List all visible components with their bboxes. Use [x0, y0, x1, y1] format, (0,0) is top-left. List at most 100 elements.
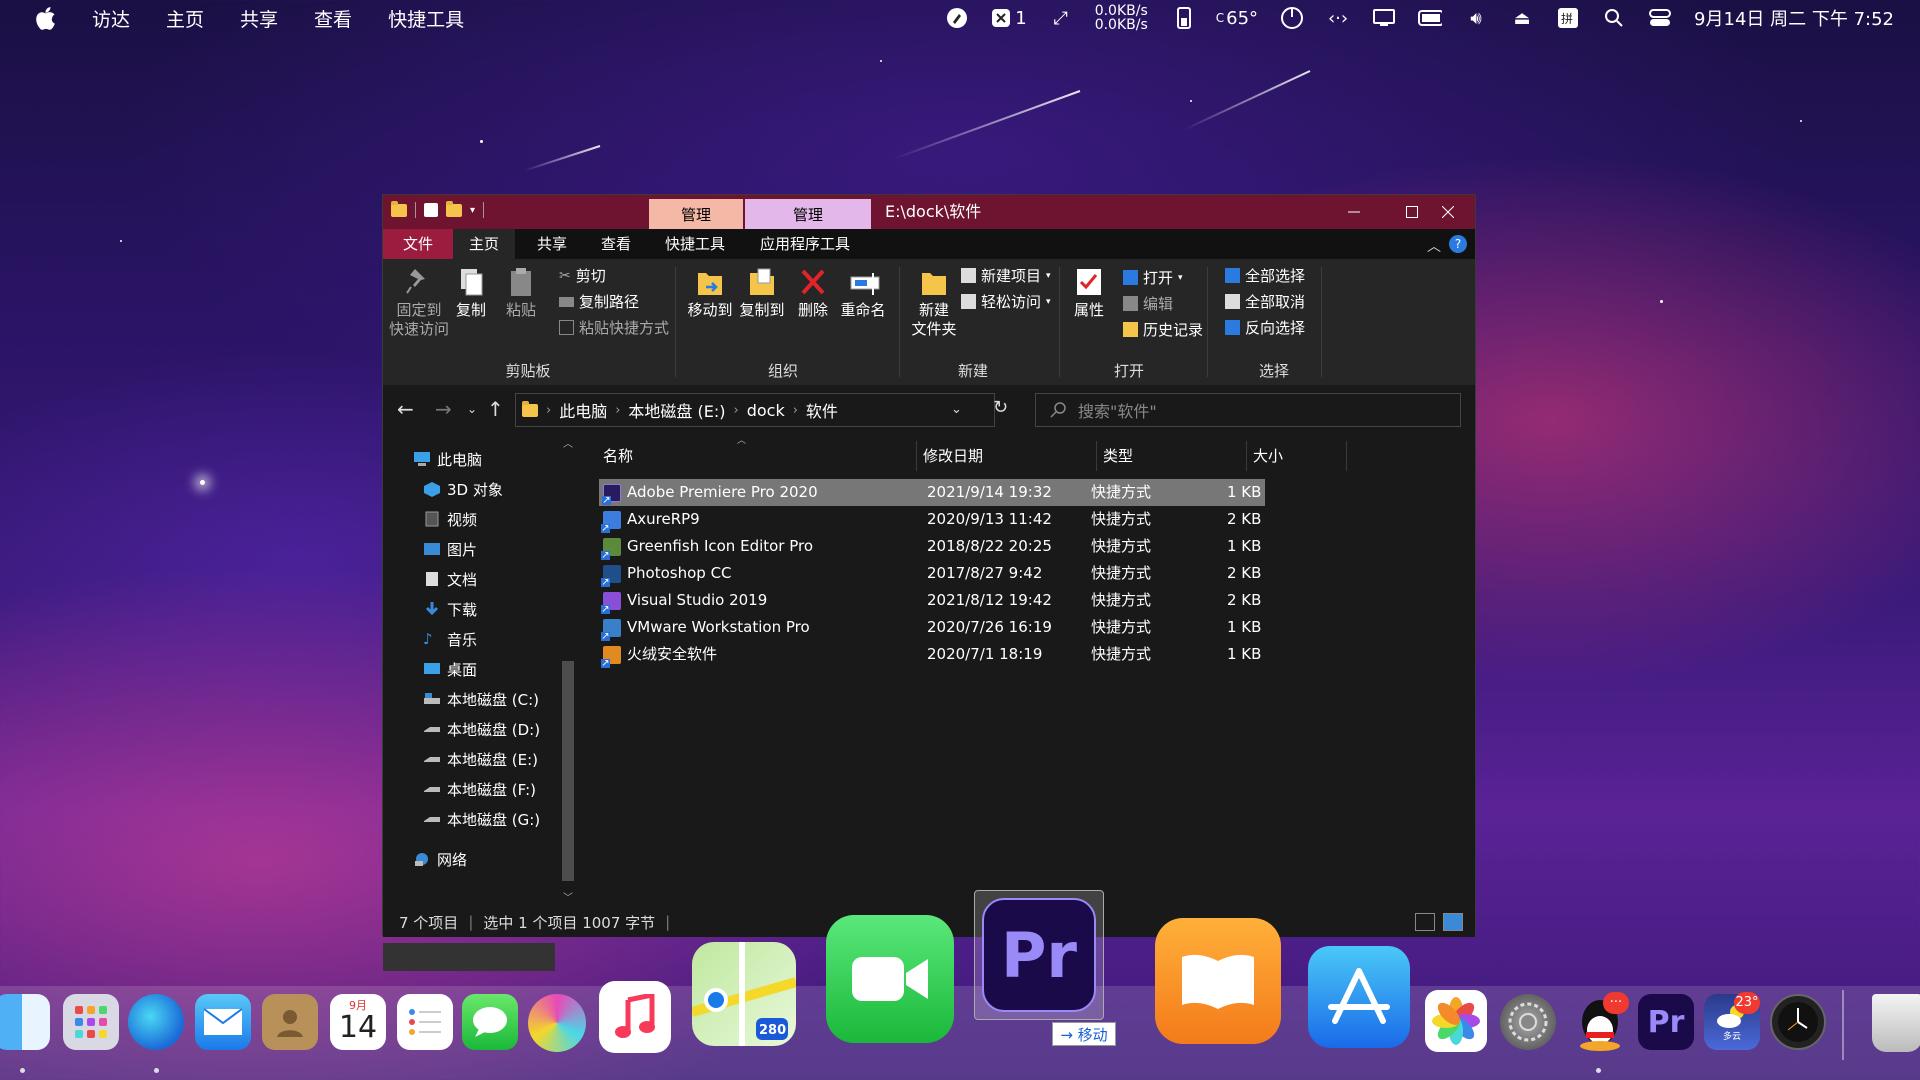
notification-tray[interactable]: 1: [991, 8, 1027, 29]
pin-quick-access-button[interactable]: 固定到 快速访问: [389, 267, 449, 339]
facetime-icon[interactable]: [826, 915, 954, 1043]
table-row[interactable]: Adobe Premiere Pro 2020 2021/9/14 19:32 …: [599, 479, 1265, 506]
nav-music[interactable]: ♪ 音乐: [423, 625, 477, 653]
menu-view[interactable]: 查看: [314, 5, 352, 32]
nav-documents[interactable]: 文档: [423, 565, 477, 593]
up-arrow-icon[interactable]: ↑: [487, 397, 504, 421]
select-all-button[interactable]: 全部选择: [1225, 265, 1305, 286]
back-arrow-icon[interactable]: ←: [397, 397, 414, 421]
reminders-icon[interactable]: [397, 994, 453, 1050]
easy-access-button[interactable]: 轻松访问 ▾: [961, 291, 1051, 312]
nav-downloads[interactable]: 下载: [423, 595, 477, 623]
properties-qa-icon[interactable]: [424, 203, 438, 217]
breadcrumb-this-pc[interactable]: 此电脑: [559, 398, 607, 422]
table-row[interactable]: VMware Workstation Pro 2020/7/26 16:19 快…: [599, 614, 1265, 641]
collapse-ribbon-icon[interactable]: ︿: [1427, 236, 1441, 256]
recent-locations-icon[interactable]: ⌄: [467, 402, 477, 416]
move-to-button[interactable]: 移动到: [685, 267, 735, 320]
breadcrumb-software[interactable]: 软件: [806, 398, 838, 422]
menu-home[interactable]: 主页: [166, 5, 204, 32]
system-preferences-icon[interactable]: [1500, 994, 1556, 1050]
sync-icon[interactable]: ⤢: [1049, 7, 1073, 29]
premiere-drag-icon[interactable]: Pr: [974, 890, 1104, 1020]
app-store-icon[interactable]: [1308, 946, 1410, 1048]
search-icon[interactable]: [1602, 7, 1626, 29]
table-row[interactable]: AxureRP9 2020/9/13 11:42 快捷方式 2 KB: [599, 506, 1265, 533]
invert-selection-button[interactable]: 反向选择: [1225, 317, 1305, 338]
history-button[interactable]: 历史记录: [1123, 319, 1203, 340]
nav-drive-d[interactable]: 本地磁盘 (D:): [423, 715, 540, 743]
title-bar[interactable]: ▾ 管理 管理 E:\dock\软件: [383, 195, 1475, 229]
photos-icon[interactable]: [1425, 990, 1487, 1052]
calendar-icon[interactable]: 9月 14: [330, 994, 386, 1050]
table-row[interactable]: 火绒安全软件 2020/7/1 18:19 快捷方式 1 KB: [599, 641, 1265, 668]
copy-to-button[interactable]: 复制到: [737, 267, 787, 320]
address-bar[interactable]: › 此电脑 › 本地磁盘 (E:) › dock › 软件: [515, 393, 995, 427]
tab-home[interactable]: 主页: [453, 229, 515, 259]
cut-button[interactable]: ✂ 剪切: [559, 265, 606, 286]
clock-datetime[interactable]: 9月14日 周二 下午 7:52: [1694, 5, 1894, 31]
mail-icon[interactable]: [195, 994, 251, 1050]
column-modified[interactable]: 修改日期: [917, 441, 1097, 471]
nav-scrollbar[interactable]: ︿ ﹀: [559, 439, 577, 905]
scroll-thumb[interactable]: [562, 661, 574, 881]
tab-quick-tools[interactable]: 快捷工具: [651, 229, 739, 259]
code-icon[interactable]: ‹·›: [1326, 7, 1350, 29]
control-center-icon[interactable]: [1648, 7, 1672, 29]
battery-icon[interactable]: [1418, 7, 1443, 29]
minimize-button[interactable]: [1325, 195, 1383, 229]
refresh-icon[interactable]: ↻: [993, 397, 1008, 418]
nav-drive-c[interactable]: 本地磁盘 (C:): [423, 685, 539, 713]
help-icon[interactable]: ?: [1449, 235, 1467, 253]
paste-button[interactable]: 粘贴: [501, 267, 541, 320]
rename-button[interactable]: 重命名: [837, 267, 889, 320]
large-icons-view-icon[interactable]: [1443, 913, 1463, 931]
column-type[interactable]: 类型: [1097, 441, 1247, 471]
apple-logo-icon[interactable]: [34, 6, 56, 30]
launchpad-icon[interactable]: [63, 994, 119, 1050]
nav-desktop[interactable]: 桌面: [423, 655, 477, 683]
forward-arrow-icon[interactable]: →: [435, 397, 452, 421]
maps-icon[interactable]: 280: [692, 942, 796, 1046]
new-item-button[interactable]: 新建项目 ▾: [961, 265, 1051, 286]
books-icon[interactable]: [1155, 918, 1281, 1044]
cpu-temp[interactable]: C 65°: [1216, 8, 1258, 29]
table-row[interactable]: Greenfish Icon Editor Pro 2018/8/22 20:2…: [599, 533, 1265, 560]
paste-shortcut-button[interactable]: 粘贴快捷方式: [559, 317, 669, 338]
delete-button[interactable]: 删除: [793, 267, 833, 320]
nav-drive-f[interactable]: 本地磁盘 (F:): [423, 775, 536, 803]
pen-tray-icon[interactable]: [945, 7, 969, 29]
breadcrumb-dock[interactable]: dock: [747, 401, 785, 420]
tab-file[interactable]: 文件: [383, 229, 453, 259]
volume-icon[interactable]: 🔊︎: [1464, 7, 1488, 29]
edit-button[interactable]: 编辑: [1123, 293, 1173, 314]
customize-qa-icon[interactable]: ▾: [470, 205, 475, 216]
scroll-down-icon[interactable]: ﹀: [563, 889, 573, 904]
display-icon[interactable]: [1372, 7, 1396, 29]
nav-pictures[interactable]: 图片: [423, 535, 477, 563]
context-tab-manage-2[interactable]: 管理: [745, 199, 871, 229]
eject-icon[interactable]: ⏏: [1510, 7, 1534, 29]
column-name[interactable]: 名称: [597, 441, 917, 471]
nav-network[interactable]: 网络: [413, 845, 467, 873]
search-box[interactable]: 搜索"软件": [1035, 393, 1461, 427]
messages-icon[interactable]: [462, 994, 518, 1050]
scroll-up-icon[interactable]: ︿: [563, 435, 573, 450]
premiere-dock-icon[interactable]: Pr: [1638, 994, 1694, 1050]
nav-drive-e[interactable]: 本地磁盘 (E:): [423, 745, 538, 773]
close-button[interactable]: [1419, 195, 1477, 229]
table-row[interactable]: Photoshop CC 2017/8/27 9:42 快捷方式 2 KB: [599, 560, 1265, 587]
edge-icon[interactable]: [128, 994, 184, 1050]
finder-icon[interactable]: [0, 994, 50, 1050]
properties-button[interactable]: 属性: [1067, 267, 1111, 320]
context-tab-manage-1[interactable]: 管理: [649, 199, 743, 229]
tab-app-tools[interactable]: 应用程序工具: [747, 229, 863, 259]
breadcrumb-drive-e[interactable]: 本地磁盘 (E:): [628, 398, 725, 422]
trash-icon[interactable]: [1872, 994, 1920, 1052]
address-dropdown-icon[interactable]: ⌄: [951, 402, 962, 417]
select-none-button[interactable]: 全部取消: [1225, 291, 1305, 312]
siri-icon[interactable]: [528, 994, 586, 1052]
copy-path-button[interactable]: 复制路径: [559, 291, 639, 312]
nav-this-pc[interactable]: 此电脑: [413, 445, 482, 473]
contacts-icon[interactable]: [262, 994, 318, 1050]
